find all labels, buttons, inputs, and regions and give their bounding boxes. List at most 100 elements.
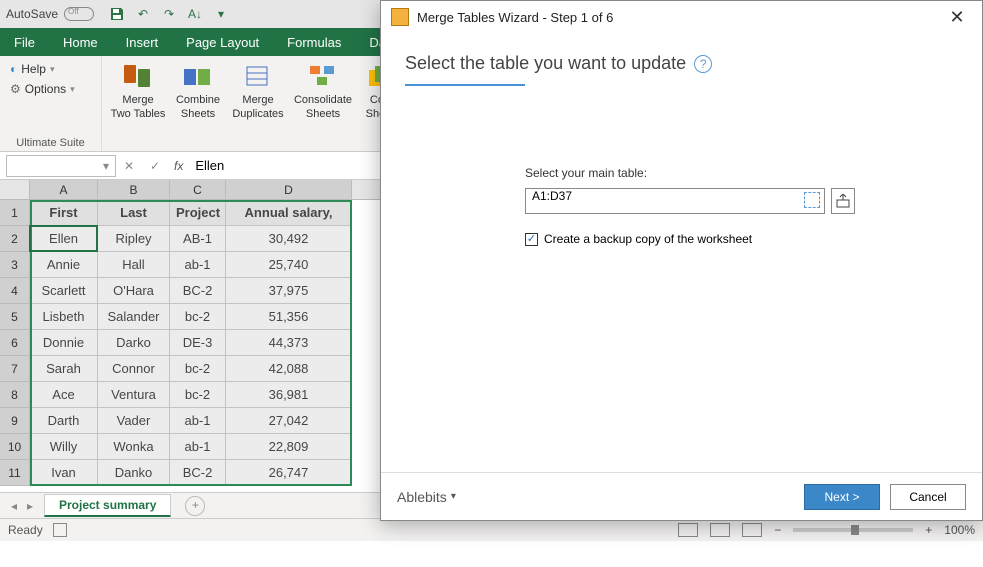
row-header[interactable]: 1 [0,200,30,226]
sheet-nav-next-icon[interactable]: ▸ [22,499,38,513]
cell[interactable]: O'Hara [98,278,170,304]
cell[interactable]: bc-2 [170,304,226,330]
sort-icon[interactable]: A↓ [186,5,204,23]
range-picker-button[interactable] [831,188,855,214]
row-header[interactable]: 7 [0,356,30,382]
cell[interactable]: ab-1 [170,434,226,460]
cell[interactable]: Darko [98,330,170,356]
consolidate-sheets-button[interactable]: Consolidate Sheets [290,60,356,120]
cell[interactable]: 37,975 [226,278,352,304]
cell[interactable]: Scarlett [30,278,98,304]
row-header[interactable]: 8 [0,382,30,408]
cell[interactable]: Sarah [30,356,98,382]
close-button[interactable]: ✕ [942,7,972,28]
row-header[interactable]: 2 [0,226,30,252]
cancel-formula-icon[interactable]: ✕ [116,159,142,173]
tab-formulas[interactable]: Formulas [273,28,355,56]
cell[interactable]: BC-2 [170,460,226,486]
sheet-nav-prev-icon[interactable]: ◂ [6,499,22,513]
cell[interactable]: 22,809 [226,434,352,460]
cell[interactable]: 30,492 [226,226,352,252]
fx-icon[interactable]: fx [174,159,183,173]
autoselect-icon[interactable] [804,192,820,208]
cell[interactable]: 27,042 [226,408,352,434]
cell[interactable]: ab-1 [170,252,226,278]
cells[interactable]: First name Last name Project Annual sala… [30,200,352,486]
checkbox-icon[interactable]: ✓ [525,233,538,246]
cell[interactable]: 36,981 [226,382,352,408]
merge-duplicates-button[interactable]: Merge Duplicates [230,60,286,120]
tab-home[interactable]: Home [49,28,112,56]
row-header[interactable]: 6 [0,330,30,356]
row-header[interactable]: 9 [0,408,30,434]
cell[interactable]: Ripley [98,226,170,252]
row-header[interactable]: 5 [0,304,30,330]
combine-sheets-button[interactable]: Combine Sheets [170,60,226,120]
view-normal-icon[interactable] [678,523,698,537]
cell[interactable]: ab-1 [170,408,226,434]
cell[interactable]: Darth [30,408,98,434]
cell[interactable]: bc-2 [170,382,226,408]
cell[interactable]: Annual salary, 2017 [226,200,352,226]
col-header-b[interactable]: B [98,180,170,199]
options-button[interactable]: ⚙ Options ▾ [8,80,77,98]
zoom-level[interactable]: 100% [944,523,975,537]
cell[interactable]: AB-1 [170,226,226,252]
row-header[interactable]: 11 [0,460,30,486]
ablebits-menu[interactable]: Ablebits ▾ [397,489,456,505]
name-box[interactable]: ▾ [6,155,116,177]
col-header-c[interactable]: C [170,180,226,199]
help-icon[interactable]: ? [694,55,712,73]
cancel-button[interactable]: Cancel [890,484,966,510]
cell[interactable]: 25,740 [226,252,352,278]
cell[interactable]: Salander [98,304,170,330]
autosave-control[interactable]: AutoSave [6,7,94,21]
macro-rec-icon[interactable] [53,523,67,537]
cell[interactable]: Ellen [30,226,98,252]
cell[interactable]: 51,356 [226,304,352,330]
cell[interactable]: Hall [98,252,170,278]
select-all-cell[interactable] [0,180,30,199]
main-table-input[interactable]: A1:D37 [525,188,825,214]
add-sheet-button[interactable]: + [185,496,205,516]
col-header-a[interactable]: A [30,180,98,199]
cell[interactable]: 42,088 [226,356,352,382]
enter-formula-icon[interactable]: ✓ [142,159,168,173]
cell[interactable]: Donnie [30,330,98,356]
sheet-tab-active[interactable]: Project summary [44,494,171,517]
merge-two-tables-button[interactable]: Merge Two Tables [110,60,166,120]
cell[interactable]: Ace [30,382,98,408]
help-button[interactable]: ◐ Help ▾ [8,60,77,78]
view-page-layout-icon[interactable] [710,523,730,537]
cell[interactable]: Annie [30,252,98,278]
cell[interactable]: Project [170,200,226,226]
cell[interactable]: Danko [98,460,170,486]
dialog-titlebar[interactable]: Merge Tables Wizard - Step 1 of 6 ✕ [381,1,982,33]
cell[interactable]: Ivan [30,460,98,486]
cell[interactable]: Lisbeth [30,304,98,330]
row-header[interactable]: 3 [0,252,30,278]
cell[interactable]: DE-3 [170,330,226,356]
save-icon[interactable] [108,5,126,23]
cell[interactable]: BC-2 [170,278,226,304]
cell[interactable]: Last name [98,200,170,226]
cell[interactable]: Wonka [98,434,170,460]
undo-icon[interactable]: ↶ [134,5,152,23]
row-header[interactable]: 4 [0,278,30,304]
next-button[interactable]: Next > [804,484,880,510]
zoom-in-icon[interactable]: + [925,523,932,537]
cell[interactable]: First name [30,200,98,226]
tab-page-layout[interactable]: Page Layout [172,28,273,56]
chevron-down-icon[interactable]: ▾ [103,159,109,173]
row-header[interactable]: 10 [0,434,30,460]
view-page-break-icon[interactable] [742,523,762,537]
cell[interactable]: Ventura [98,382,170,408]
tab-file[interactable]: File [0,28,49,56]
cell[interactable]: 26,747 [226,460,352,486]
cell[interactable]: Connor [98,356,170,382]
qat-dropdown-icon[interactable]: ▾ [212,5,230,23]
cell[interactable]: Willy [30,434,98,460]
autosave-toggle-icon[interactable] [64,7,94,21]
zoom-out-icon[interactable]: − [774,523,781,537]
zoom-slider[interactable] [793,528,913,532]
